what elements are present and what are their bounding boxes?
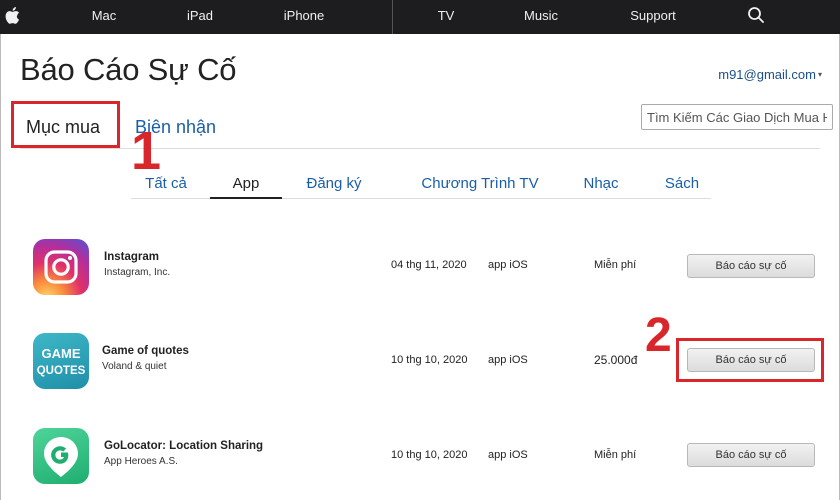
category-tab-app[interactable]: App xyxy=(233,175,260,192)
nav-item-tv[interactable]: TV xyxy=(438,0,455,34)
report-problem-button[interactable]: Báo cáo sự cố xyxy=(687,254,815,278)
game-of-quotes-app-icon: GAME QUOTES xyxy=(33,333,89,389)
highlight-box-purchases xyxy=(11,101,120,148)
search-purchases-input[interactable] xyxy=(641,104,833,130)
purchase-date: 04 thg 11, 2020 xyxy=(391,259,467,271)
nav-item-iphone[interactable]: iPhone xyxy=(284,0,324,34)
icon-text-game: GAME xyxy=(42,346,81,361)
nav-separator xyxy=(392,0,393,34)
purchase-date: 10 thg 10, 2020 xyxy=(391,449,468,461)
app-name: GoLocator: Location Sharing xyxy=(104,440,264,452)
category-tab-music[interactable]: Nhạc xyxy=(583,175,618,192)
chevron-down-icon: ▾ xyxy=(817,70,822,79)
nav-item-ipad[interactable]: iPad xyxy=(187,0,213,34)
purchase-date: 10 thg 10, 2020 xyxy=(391,354,468,366)
highlight-box-report-button xyxy=(676,338,824,382)
app-name: Instagram xyxy=(104,251,159,263)
purchase-type: app iOS xyxy=(488,259,528,271)
report-problem-button[interactable]: Báo cáo sự cố xyxy=(687,443,815,467)
search-icon[interactable] xyxy=(747,6,765,24)
app-developer: Instagram, Inc. xyxy=(104,267,171,278)
purchase-row: GoLocator: Location Sharing App Heroes A… xyxy=(0,428,840,500)
instagram-app-icon xyxy=(33,239,89,295)
step-number-2: 2 xyxy=(645,309,672,362)
purchase-type: app iOS xyxy=(488,354,528,366)
app-developer: App Heroes A.S. xyxy=(104,456,178,467)
account-menu[interactable]: m91@gmail.com ▾ xyxy=(718,67,822,82)
purchase-price: 25.000đ xyxy=(594,353,638,367)
account-email: m91@gmail.com xyxy=(718,67,816,82)
purchase-type: app iOS xyxy=(488,449,528,461)
nav-item-music[interactable]: Music xyxy=(524,0,558,34)
icon-text-quotes: QUOTES xyxy=(37,365,86,377)
purchase-price: Miễn phí xyxy=(594,259,637,271)
golocator-app-icon xyxy=(33,428,89,484)
category-tab-tv-shows[interactable]: Chương Trình TV xyxy=(421,175,538,192)
category-tab-books[interactable]: Sách xyxy=(665,175,699,192)
apple-icon[interactable] xyxy=(4,6,20,25)
nav-item-support[interactable]: Support xyxy=(630,0,676,34)
category-tab-subscriptions[interactable]: Đăng ký xyxy=(306,175,361,192)
purchase-row: Instagram Instagram, Inc. 04 thg 11, 202… xyxy=(0,239,840,319)
global-nav: Mac iPad iPhone TV Music Support xyxy=(0,0,840,34)
page-title: Báo Cáo Sự Cố xyxy=(20,52,237,87)
step-number-1: 1 xyxy=(131,121,162,181)
nav-item-mac[interactable]: Mac xyxy=(92,0,117,34)
app-developer: Voland & quiet xyxy=(102,361,167,372)
app-name: Game of quotes xyxy=(102,345,189,357)
purchase-price: Miễn phí xyxy=(594,449,637,461)
active-category-indicator xyxy=(210,197,282,199)
